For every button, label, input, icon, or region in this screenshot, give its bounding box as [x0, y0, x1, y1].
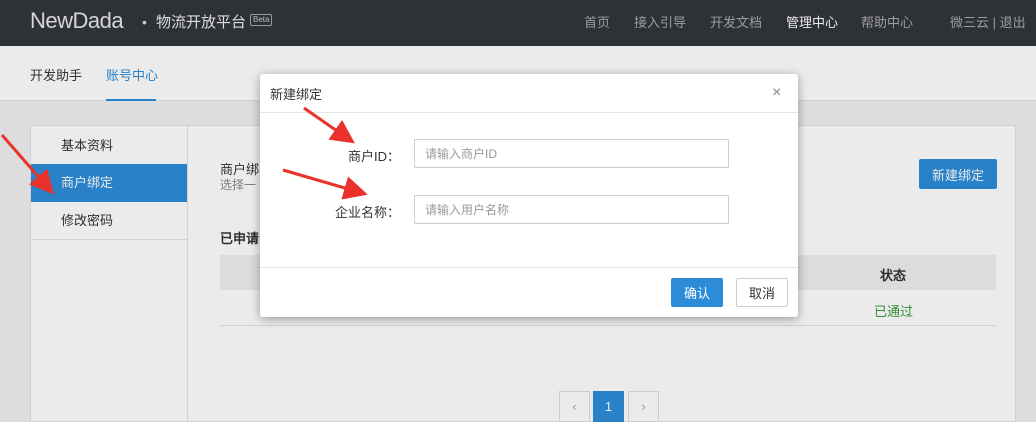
company-name-label: 企业名称： — [334, 205, 400, 220]
dialog-footer-divider — [260, 267, 798, 268]
company-name-input[interactable] — [414, 195, 729, 224]
new-binding-dialog: 新建绑定 × 商户ID： 企业名称： 确认 取消 — [260, 74, 798, 317]
confirm-button[interactable]: 确认 — [671, 278, 723, 307]
merchant-id-label: 商户ID： — [347, 149, 400, 164]
close-icon[interactable]: × — [772, 84, 781, 102]
dialog-title: 新建绑定 — [270, 87, 323, 102]
merchant-id-input[interactable] — [414, 139, 729, 168]
dialog-header-divider — [260, 112, 798, 113]
cancel-button[interactable]: 取消 — [736, 278, 788, 307]
